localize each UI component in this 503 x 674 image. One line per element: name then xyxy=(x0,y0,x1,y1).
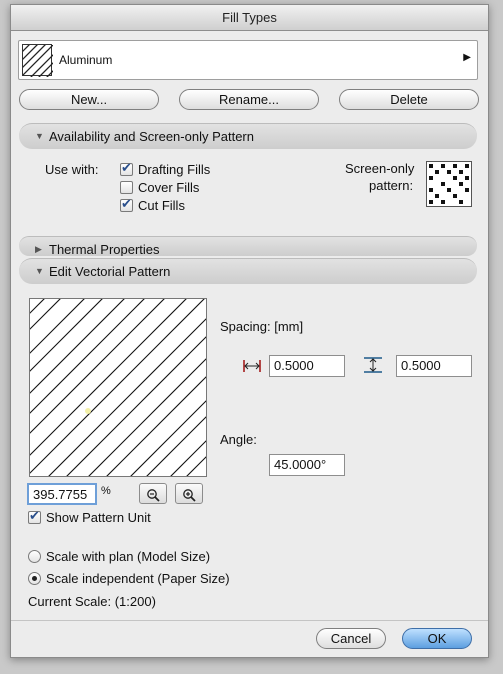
fill-type-name: Aluminum xyxy=(59,53,113,67)
cover-fills-checkbox[interactable] xyxy=(120,181,133,194)
cut-fills-checkbox[interactable] xyxy=(120,197,133,212)
fill-types-dialog: Fill Types Aluminum ▶ New... Rename... D… xyxy=(10,4,489,658)
scale-independent-label: Scale independent (Paper Size) xyxy=(46,571,230,586)
screen-pattern-swatch[interactable] xyxy=(426,161,472,207)
current-scale-text: Current Scale: (1:200) xyxy=(28,594,156,609)
scale-with-plan-label: Scale with plan (Model Size) xyxy=(46,549,211,564)
cancel-button[interactable]: Cancel xyxy=(316,628,386,649)
footer-divider xyxy=(11,620,488,621)
screen-only-pattern-label: pattern: xyxy=(369,178,414,193)
drafting-fills-label: Drafting Fills xyxy=(138,162,211,177)
zoom-out-button[interactable] xyxy=(139,483,167,504)
section-thermal-label: Thermal Properties xyxy=(49,242,160,256)
triangle-right-icon: ▶ xyxy=(35,244,42,254)
triangle-down-icon: ▼ xyxy=(35,266,44,276)
section-availability-label: Availability and Screen-only Pattern xyxy=(49,129,254,144)
ok-button[interactable]: OK xyxy=(402,628,472,649)
zoom-unit: % xyxy=(101,485,111,497)
spacing-y-input[interactable]: 0.5000 xyxy=(396,355,472,377)
new-button[interactable]: New... xyxy=(19,89,159,110)
section-vectorial-label: Edit Vectorial Pattern xyxy=(49,264,171,279)
angle-input[interactable]: 45.0000° xyxy=(269,454,345,476)
section-availability[interactable]: ▼ Availability and Screen-only Pattern xyxy=(19,123,477,149)
triangle-down-icon: ▼ xyxy=(35,131,44,141)
use-with-label: Use with: xyxy=(45,162,99,177)
spacing-x-input[interactable]: 0.5000 xyxy=(269,355,345,377)
show-pattern-unit-label: Show Pattern Unit xyxy=(46,510,151,525)
rename-button[interactable]: Rename... xyxy=(179,89,319,110)
angle-label: Angle: xyxy=(220,432,257,447)
delete-button[interactable]: Delete xyxy=(339,89,479,110)
window-title: Fill Types xyxy=(11,5,488,31)
drafting-fills-checkbox[interactable] xyxy=(120,161,133,176)
fill-swatch xyxy=(20,42,56,80)
fill-type-selector[interactable]: Aluminum ▶ xyxy=(18,40,478,80)
zoom-out-icon xyxy=(147,488,160,502)
section-vectorial[interactable]: ▼ Edit Vectorial Pattern xyxy=(19,258,477,284)
zoom-input[interactable]: 395.7755 xyxy=(27,483,97,505)
cut-fills-label: Cut Fills xyxy=(138,198,185,213)
pattern-preview[interactable] xyxy=(29,298,207,477)
cover-fills-label: Cover Fills xyxy=(138,180,200,195)
zoom-in-button[interactable] xyxy=(175,483,203,504)
spacing-label: Spacing: [mm] xyxy=(220,319,304,334)
scale-with-plan-radio[interactable] xyxy=(28,550,41,563)
vertical-spacing-icon xyxy=(363,357,383,376)
menu-arrow-icon[interactable]: ▶ xyxy=(463,52,471,63)
horizontal-spacing-icon xyxy=(243,359,261,376)
section-thermal[interactable]: ▶ Thermal Properties xyxy=(19,236,477,256)
scale-independent-radio[interactable] xyxy=(28,572,41,585)
show-pattern-unit-checkbox[interactable] xyxy=(28,509,41,524)
zoom-in-icon xyxy=(183,488,196,502)
screen-only-label: Screen-only xyxy=(345,161,415,176)
